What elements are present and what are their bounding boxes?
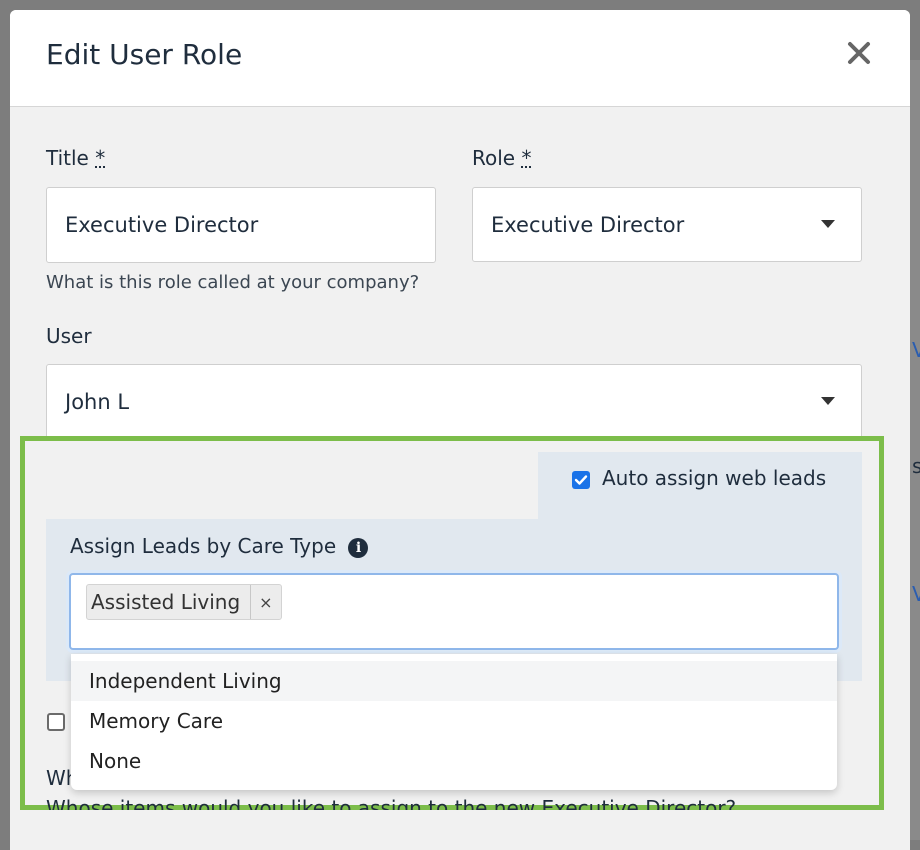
title-help-text: What is this role called at your company… — [46, 272, 420, 293]
dropdown-option[interactable]: Memory Care — [71, 701, 837, 741]
backdrop-text-v2: V — [912, 582, 920, 606]
title-label: Title * — [46, 146, 105, 170]
role-select-value: Executive Director — [491, 212, 685, 237]
required-mark: * — [521, 146, 532, 170]
role-label-text: Role — [472, 146, 516, 170]
info-icon[interactable]: i — [348, 537, 369, 558]
close-button[interactable] — [846, 40, 872, 66]
user-select-value: John L — [65, 390, 130, 414]
care-type-dropdown: Independent Living Memory Care None — [71, 654, 837, 790]
auto-assign-checkbox[interactable] — [572, 471, 590, 489]
role-label: Role * — [472, 146, 531, 170]
check-icon — [574, 475, 588, 485]
care-type-multiselect[interactable]: Assisted Living × — [69, 573, 839, 650]
selected-chip: Assisted Living × — [86, 584, 282, 620]
care-type-label-text: Assign Leads by Care Type — [70, 534, 337, 558]
user-label: User — [46, 324, 92, 348]
backdrop-strip — [910, 60, 920, 840]
close-icon — [848, 42, 870, 64]
title-label-text: Title — [46, 146, 89, 170]
role-select[interactable]: Executive Director — [472, 187, 862, 262]
required-mark: * — [95, 146, 106, 170]
backdrop-text-s: s — [912, 454, 920, 478]
user-select[interactable]: John L — [46, 364, 862, 440]
modal-title: Edit User Role — [46, 38, 243, 71]
chip-label: Assisted Living — [91, 590, 241, 614]
dropdown-option[interactable]: Independent Living — [71, 661, 837, 701]
chevron-down-icon — [821, 220, 835, 228]
auto-assign-label[interactable]: Auto assign web leads — [602, 466, 826, 490]
chip-remove-button[interactable]: × — [250, 585, 280, 619]
care-type-label: Assign Leads by Care Type i — [70, 534, 369, 558]
chevron-down-icon — [821, 397, 835, 405]
title-input[interactable]: Executive Director — [46, 187, 436, 263]
partial-question: Whose items would you like to assign to … — [46, 796, 737, 810]
dropdown-option[interactable]: None — [71, 741, 837, 781]
modal-header: Edit User Role — [10, 10, 910, 107]
backdrop-text-v: V — [912, 338, 920, 362]
hidden-checkbox[interactable] — [47, 713, 65, 731]
